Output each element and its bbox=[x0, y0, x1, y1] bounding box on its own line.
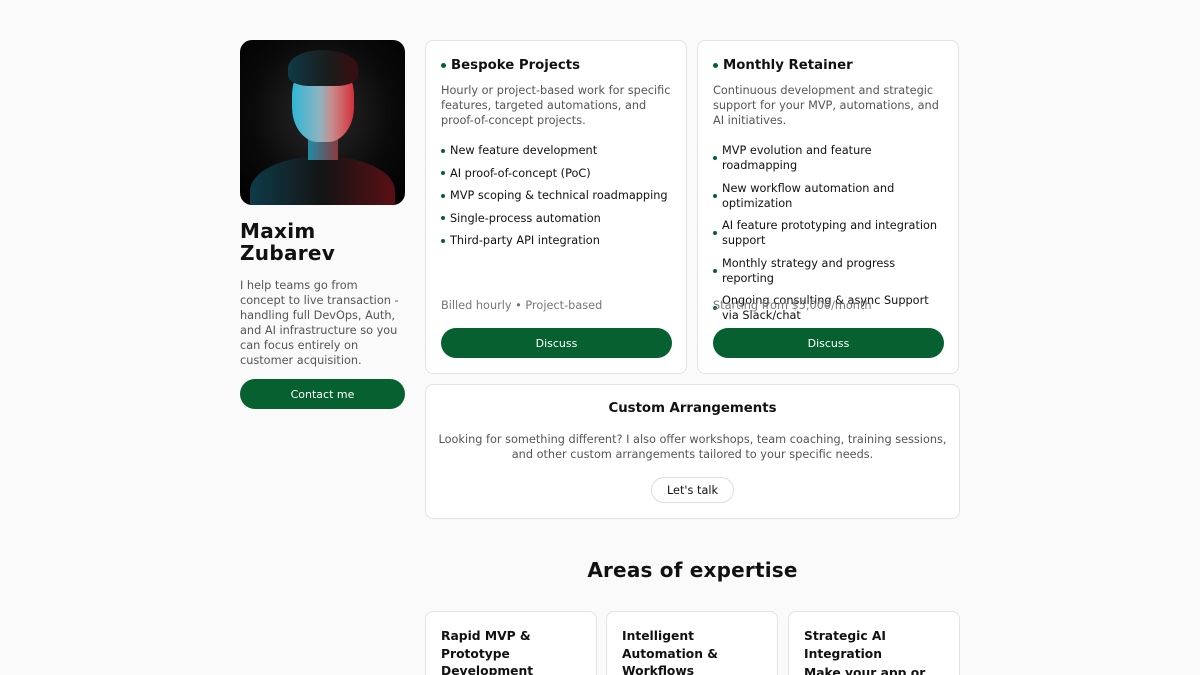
expertise-subtitle: Make your app or bbox=[804, 666, 926, 675]
feature-list: New feature development AI proof-of-conc… bbox=[441, 143, 671, 248]
lets-talk-button[interactable]: Let's talk bbox=[650, 477, 735, 503]
feature-item: AI feature prototyping and integration s… bbox=[713, 218, 943, 248]
feature-item: AI proof-of-concept (PoC) bbox=[441, 166, 671, 181]
bullet-dot-icon bbox=[713, 193, 717, 198]
avatar bbox=[240, 40, 405, 205]
plan-title: Bespoke Projects bbox=[441, 57, 671, 73]
discuss-button[interactable]: Discuss bbox=[441, 328, 672, 358]
custom-arrangements-card: Custom Arrangements Looking for somethin… bbox=[425, 384, 960, 519]
contact-me-button[interactable]: Contact me bbox=[240, 379, 405, 409]
expertise-card: Intelligent Automation & Workflows bbox=[606, 611, 778, 675]
feature-item: New workflow automation and optimization bbox=[713, 181, 943, 211]
plan-description: Continuous development and strategic sup… bbox=[713, 84, 939, 127]
feature-item: Single-process automation bbox=[441, 211, 671, 226]
custom-title: Custom Arrangements bbox=[608, 401, 777, 416]
feature-list: MVP evolution and feature roadmapping Ne… bbox=[713, 143, 943, 323]
expertise-heading: Areas of expertise bbox=[587, 558, 798, 582]
bullet-dot-icon bbox=[441, 171, 445, 175]
plan-card-bespoke: Bespoke Projects Hourly or project-based… bbox=[425, 40, 687, 374]
bullet-dot-icon bbox=[441, 193, 445, 198]
expertise-title: Strategic AI Integration bbox=[804, 629, 886, 661]
plan-title: Monthly Retainer bbox=[713, 57, 943, 73]
bullet-dot-icon bbox=[441, 62, 446, 68]
feature-item: MVP evolution and feature roadmapping bbox=[713, 143, 943, 173]
feature-item: Monthly strategy and progress reporting bbox=[713, 256, 943, 286]
bullet-dot-icon bbox=[713, 62, 718, 68]
custom-description: Looking for something different? I also … bbox=[438, 433, 947, 461]
feature-item: Third-party API integration bbox=[441, 233, 671, 248]
profile-bio: I help teams go from concept to live tra… bbox=[240, 279, 399, 367]
bullet-dot-icon bbox=[713, 156, 717, 160]
plan-card-retainer: Monthly Retainer Continuous development … bbox=[697, 40, 959, 374]
discuss-button[interactable]: Discuss bbox=[713, 328, 944, 358]
expertise-title: Intelligent Automation & Workflows bbox=[622, 629, 719, 675]
expertise-card: Rapid MVP & Prototype Development bbox=[425, 611, 597, 675]
expertise-title: Rapid MVP & Prototype Development bbox=[441, 629, 534, 675]
bullet-dot-icon bbox=[441, 216, 445, 220]
profile-panel: Maxim Zubarev I help teams go from conce… bbox=[240, 40, 405, 409]
bullet-dot-icon bbox=[441, 238, 445, 243]
plan-description: Hourly or project-based work for specifi… bbox=[441, 84, 671, 127]
bullet-dot-icon bbox=[713, 268, 717, 273]
bullet-dot-icon bbox=[441, 148, 445, 153]
feature-item: MVP scoping & technical roadmapping bbox=[441, 188, 671, 203]
profile-name: Maxim Zubarev bbox=[240, 219, 336, 265]
expertise-card: Strategic AI Integration Make your app o… bbox=[788, 611, 960, 675]
plan-pricing: Starting from $5,000/month bbox=[713, 299, 872, 312]
bullet-dot-icon bbox=[713, 231, 717, 235]
feature-item: New feature development bbox=[441, 143, 671, 158]
plan-billing: Billed hourly • Project-based bbox=[441, 299, 603, 312]
